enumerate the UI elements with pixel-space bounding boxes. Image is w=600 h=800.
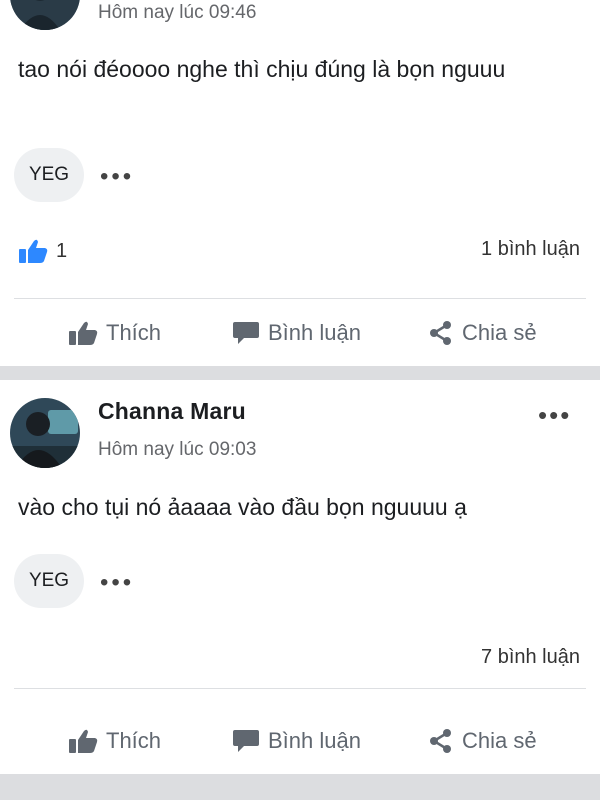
- post-text: vào cho tụi nó ảaaaa vào đầu bọn nguuuu …: [18, 494, 467, 520]
- thumbs-up-icon: [69, 321, 98, 345]
- reaction-tag-chip[interactable]: YEG: [14, 554, 84, 608]
- comment-button[interactable]: Bình luận: [232, 728, 361, 754]
- post-separator: [0, 774, 600, 800]
- like-label: Thích: [106, 728, 162, 753]
- share-icon: [430, 729, 451, 753]
- author-name[interactable]: Channa Maru: [98, 398, 246, 425]
- post-card: Hôm nay lúc 09:46 tao nói đéoooo nghe th…: [0, 0, 600, 366]
- author-avatar[interactable]: [10, 398, 80, 468]
- chip-more-button[interactable]: •••: [100, 165, 134, 189]
- post-timestamp: Hôm nay lúc 09:03: [98, 439, 257, 460]
- author-avatar[interactable]: [10, 0, 80, 30]
- like-button[interactable]: Thích: [68, 728, 161, 754]
- like-count-text: 1: [56, 239, 68, 262]
- reaction-tag-chip[interactable]: YEG: [14, 148, 84, 202]
- divider: [14, 298, 586, 299]
- share-label: Chia sẻ: [462, 728, 537, 753]
- share-button[interactable]: Chia sẻ: [428, 320, 537, 346]
- thumbs-up-icon: [69, 729, 98, 753]
- share-button[interactable]: Chia sẻ: [428, 728, 537, 754]
- share-label: Chia sẻ: [462, 320, 537, 345]
- like-label: Thích: [106, 320, 162, 345]
- like-button[interactable]: Thích: [68, 320, 161, 346]
- post-text: tao nói đéoooo nghe thì chịu đúng là bọn…: [18, 56, 506, 82]
- share-icon: [430, 321, 451, 345]
- comment-bubble-icon: [233, 322, 259, 344]
- like-reaction-icon: [19, 239, 48, 263]
- like-count[interactable]: 1: [18, 238, 67, 264]
- post-timestamp: Hôm nay lúc 09:46: [98, 2, 257, 23]
- comment-label: Bình luận: [268, 728, 361, 753]
- chip-more-button[interactable]: •••: [100, 571, 134, 595]
- comment-label: Bình luận: [268, 320, 361, 345]
- comment-bubble-icon: [233, 730, 259, 752]
- post-more-button[interactable]: •••: [538, 402, 571, 428]
- post-card: Channa Maru ••• Hôm nay lúc 09:03 vào ch…: [0, 380, 600, 774]
- comment-button[interactable]: Bình luận: [232, 320, 361, 346]
- post-separator: [0, 366, 600, 380]
- divider: [14, 688, 586, 689]
- comment-count[interactable]: 1 bình luận: [481, 238, 580, 261]
- comment-count[interactable]: 7 bình luận: [481, 646, 580, 669]
